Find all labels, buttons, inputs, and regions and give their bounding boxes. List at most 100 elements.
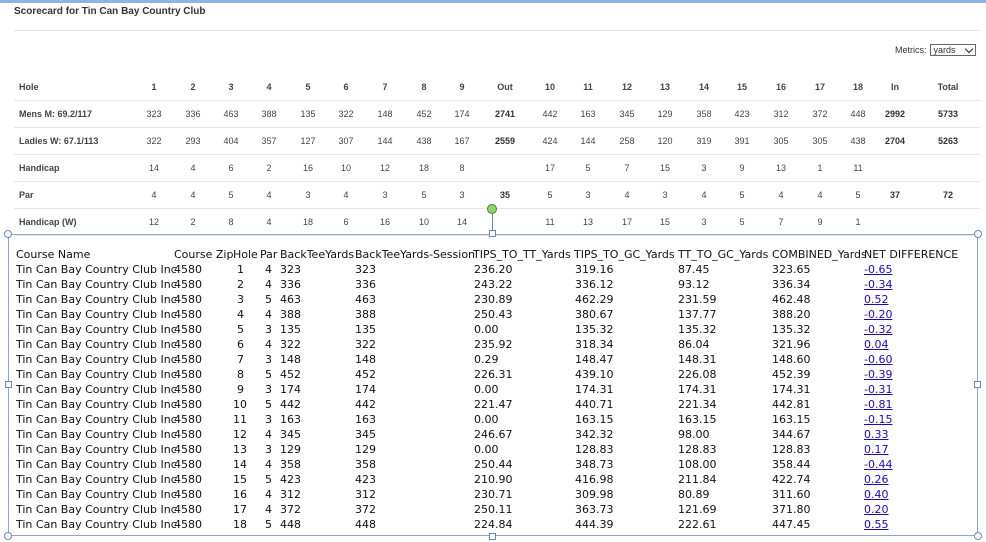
scorecard-row-label: Ladies W: 67.1/113	[19, 136, 99, 146]
resize-handle-bottom[interactable]	[489, 533, 496, 540]
scorecard-row: Par 4 4 5 4 3 4 3 5 3 35 5 3 4 3 4 5 4 4 5 37 72	[14, 182, 980, 209]
net-difference-link[interactable]: 0.20	[864, 503, 889, 516]
net-difference-cell: 0.17	[864, 442, 889, 457]
scorecard-cell: 13	[582, 217, 593, 227]
scorecard-cell: 258	[619, 136, 635, 146]
resize-handle-bottom-left[interactable]	[4, 532, 12, 540]
net-difference-link[interactable]: -0.31	[864, 383, 892, 396]
table-cell: 128.83	[575, 443, 614, 456]
table-cell: 319.16	[575, 263, 614, 276]
net-difference-link[interactable]: -0.32	[864, 323, 892, 336]
scorecard-row-label: Hole	[19, 82, 39, 92]
table-cell: 250.43	[474, 308, 513, 321]
net-difference-link[interactable]: -0.15	[864, 413, 892, 426]
net-difference-cell: -0.81	[864, 397, 892, 412]
net-difference-link[interactable]: 0.55	[864, 518, 889, 531]
metrics-select[interactable]: yards	[929, 44, 976, 56]
table-cell: 323	[280, 263, 301, 276]
scorecard-cell: 2704	[884, 136, 906, 146]
net-difference-link[interactable]: 0.26	[864, 473, 889, 486]
table-cell: 309.98	[575, 488, 614, 501]
scorecard-cell: 13	[659, 82, 670, 92]
table-cell: 4580	[174, 473, 202, 486]
scorecard-cell: 3	[585, 190, 591, 200]
table-cell: 452.39	[772, 368, 811, 381]
scorecard-cell: 5263	[937, 136, 959, 146]
table-cell: Tin Can Bay Country Club Inc	[16, 383, 177, 396]
table-cell: 4	[265, 503, 272, 516]
resize-handle-top-left[interactable]	[4, 230, 12, 238]
net-difference-link[interactable]: -0.81	[864, 398, 892, 411]
resize-handle-top[interactable]	[489, 230, 496, 237]
scorecard-cell: Out	[497, 82, 513, 92]
scorecard-cell: 452	[416, 109, 432, 119]
rotate-handle[interactable]	[487, 204, 497, 214]
net-difference-link[interactable]: 0.17	[864, 443, 889, 456]
scorecard-cell: 305	[812, 136, 828, 146]
scorecard-cell: 463	[223, 109, 239, 119]
scorecard-cell: 5	[547, 190, 553, 200]
table-cell: 4580	[174, 263, 202, 276]
table-cell: 4580	[174, 488, 202, 501]
net-difference-link[interactable]: -0.65	[864, 263, 892, 276]
net-difference-link[interactable]: -0.39	[864, 368, 892, 381]
table-cell: 222.61	[678, 518, 717, 531]
table-cell: 128.83	[772, 443, 811, 456]
scorecard-cell: 357	[261, 136, 277, 146]
net-difference-link[interactable]: -0.44	[864, 458, 892, 471]
net-difference-link[interactable]: -0.20	[864, 308, 892, 321]
table-cell: 0.00	[474, 443, 499, 456]
resize-handle-top-right[interactable]	[974, 230, 982, 238]
scorecard-cell: 7	[778, 217, 784, 227]
scorecard-cell: 17	[814, 82, 825, 92]
scorecard-row-label: Handicap (W)	[19, 217, 77, 227]
table-cell: 17	[233, 503, 247, 516]
net-difference-link[interactable]: 0.33	[864, 428, 889, 441]
scorecard-cell: 1	[855, 217, 861, 227]
scorecard-cell: 3	[382, 190, 388, 200]
net-difference-link[interactable]: 0.52	[864, 293, 889, 306]
table-cell: 221.34	[678, 398, 717, 411]
table-cell: 14	[233, 458, 247, 471]
scorecard-cell: 12	[379, 163, 390, 173]
scorecard-cell: 4	[190, 190, 196, 200]
resize-handle-left[interactable]	[5, 381, 12, 388]
resize-handle-bottom-right[interactable]	[974, 532, 982, 540]
column-header: Par	[260, 248, 278, 261]
table-cell: 5	[237, 323, 244, 336]
scorecard-cell: 358	[696, 109, 712, 119]
scorecard-cell: 12	[148, 217, 159, 227]
resize-handle-right[interactable]	[974, 381, 981, 388]
table-cell: 12	[233, 428, 247, 441]
scorecard-row: Ladies W: 67.1/113 322 293 404 357 127 307 144 4…	[14, 128, 980, 155]
net-difference-link[interactable]: 0.04	[864, 338, 889, 351]
scorecard-cell: 8	[228, 217, 234, 227]
net-difference-link[interactable]: 0.40	[864, 488, 889, 501]
scorecard-cell: 319	[696, 136, 712, 146]
scorecard-row-label: Par	[19, 190, 34, 200]
table-cell: 463	[280, 293, 301, 306]
net-difference-cell: -0.31	[864, 382, 892, 397]
net-difference-link[interactable]: -0.60	[864, 353, 892, 366]
scorecard-cell: Total	[937, 82, 959, 92]
scorecard-row: Hole 1 2 3 4 5 6 7 8 9 Out 10 11 12 13 14 15 16 17 18 In Tota…	[14, 74, 980, 101]
table-cell: Tin Can Bay Country Club Inc	[16, 428, 177, 441]
table-cell: 135	[280, 323, 301, 336]
table-cell: 452	[280, 368, 301, 381]
net-difference-link[interactable]: -0.34	[864, 278, 892, 291]
table-cell: 440.71	[575, 398, 614, 411]
table-cell: 4	[265, 428, 272, 441]
scorecard-table: Hole 1 2 3 4 5 6 7 8 9 Out 10 11 12 13 14 15 16 17 18 In Tota…	[14, 74, 980, 236]
table-cell: 321.96	[772, 338, 811, 351]
metrics-selected-value: yards	[933, 45, 956, 55]
scorecard-cell: 322	[338, 109, 354, 119]
table-cell: 4580	[174, 308, 202, 321]
window-top-border	[0, 0, 986, 3]
scorecard-cell: 5	[305, 82, 311, 92]
scorecard-cell: 16	[775, 82, 786, 92]
scorecard-cell: 2741	[494, 109, 516, 119]
scorecard-row-label: Handicap	[19, 163, 60, 173]
table-cell: 4	[265, 488, 272, 501]
table-cell: 121.69	[678, 503, 717, 516]
scorecard-cell: 12	[621, 82, 632, 92]
